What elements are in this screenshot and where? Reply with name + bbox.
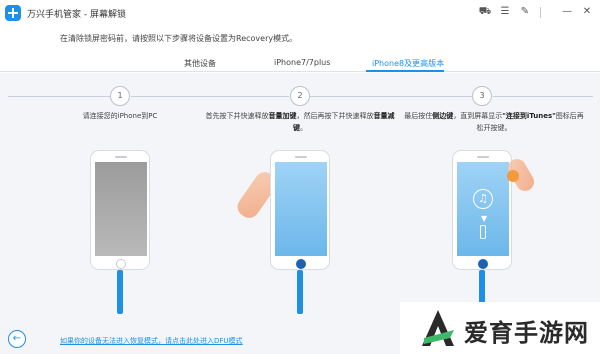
itunes-music-icon: ♫ <box>473 189 493 209</box>
cable-plug-icon <box>480 225 486 239</box>
step-number-1: 1 <box>110 86 130 106</box>
step-2-text: 首先按下并快速释放音量加键，然后再按下并快速释放音量减键。 <box>205 112 395 132</box>
home-button <box>116 259 126 269</box>
step-line <box>8 96 110 97</box>
phone-screen-itunes: ♫ ▼ <box>457 162 509 256</box>
home-button <box>296 259 306 269</box>
title-bar: 万兴手机管家 - 屏幕解锁 ⛟ ☰ ✎ — ✕ <box>0 0 600 26</box>
phone-illustration-1 <box>90 150 150 270</box>
side-button-highlight <box>507 170 519 182</box>
step-1-text: 请连接您的iPhone到PC <box>82 112 158 120</box>
menu-icon[interactable]: ☰ <box>498 5 512 19</box>
watermark-text: 爱育手游网 <box>464 319 589 347</box>
app-title: 万兴手机管家 - 屏幕解锁 <box>27 10 126 20</box>
instruction-text: 在清除锁屏密码前，请按照以下步骤将设备设置为Recovery模式。 <box>60 34 298 43</box>
arrow-down-icon: ▼ <box>481 214 488 223</box>
step-line <box>310 96 472 97</box>
phone-screen-blue <box>275 162 327 256</box>
arrow-left-icon: ← <box>12 333 22 344</box>
back-button[interactable]: ← <box>8 330 26 348</box>
device-tabs: 其他设备 iPhone7/7plus iPhone8及更高版本 <box>0 52 600 72</box>
edit-icon[interactable]: ✎ <box>518 5 532 19</box>
usb-cable <box>297 270 303 314</box>
step-line <box>493 96 593 97</box>
watermark: 爱育手游网 <box>400 302 600 354</box>
step-number-2: 2 <box>290 86 310 106</box>
minimize-icon[interactable]: — <box>560 5 574 19</box>
step-number-3: 3 <box>472 86 492 106</box>
phone-screen-gray <box>95 162 147 256</box>
title-divider <box>540 7 541 18</box>
dfu-mode-link[interactable]: 如果你的设备无法进入恢复模式，请点击此处进入DFU模式 <box>60 336 243 346</box>
usb-cable <box>117 270 123 314</box>
step-line <box>131 96 289 97</box>
watermark-logo-icon <box>422 310 454 346</box>
phone-illustration-2 <box>270 150 330 270</box>
close-icon[interactable]: ✕ <box>580 5 594 19</box>
home-button <box>478 259 488 269</box>
tab-iphone8[interactable]: iPhone8及更高版本 <box>372 58 444 69</box>
step-3-text: 最后按住侧边键，直到屏幕显示"连接到iTunes"图标后再松开按键。 <box>404 112 584 132</box>
active-tab-indicator <box>366 70 444 72</box>
phone-illustration-3: ♫ ▼ <box>452 150 512 270</box>
app-logo-icon <box>5 5 21 21</box>
tab-other-devices[interactable]: 其他设备 <box>184 58 216 69</box>
cart-icon[interactable]: ⛟ <box>478 5 492 19</box>
tab-iphone7[interactable]: iPhone7/7plus <box>274 58 330 67</box>
